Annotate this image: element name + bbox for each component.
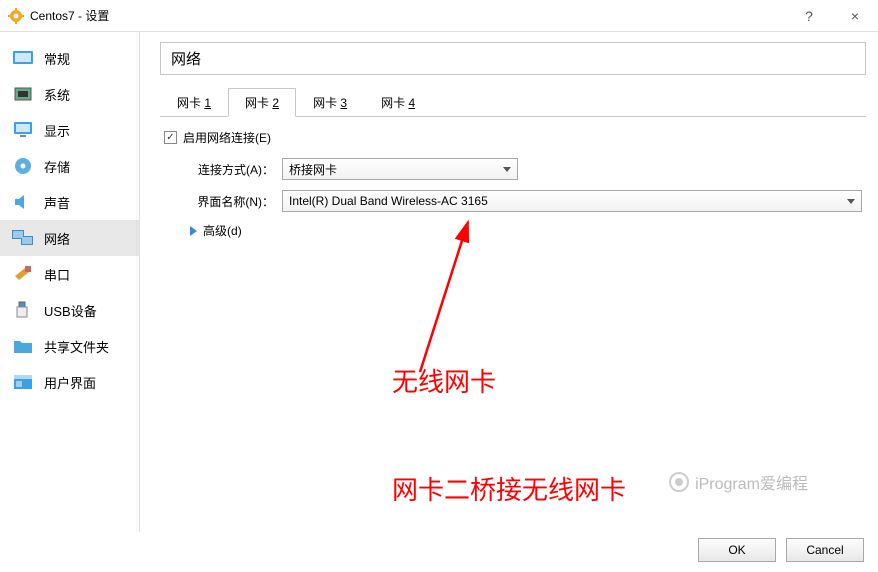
storage-icon [12, 156, 34, 176]
watermark: iProgram爱编程 [669, 470, 808, 494]
annotation-wireless: 无线网卡 [392, 362, 496, 399]
sidebar-item-label: 显示 [44, 121, 70, 140]
cancel-button[interactable]: Cancel [786, 538, 864, 562]
sidebar: 常规 系统 显示 存储 声音 网络 串口 USB设备 [0, 32, 140, 532]
sidebar-item-label: 存储 [44, 157, 70, 176]
close-button[interactable]: × [832, 0, 878, 32]
interface-name-select[interactable]: Intel(R) Dual Band Wireless-AC 3165 [282, 190, 862, 212]
connection-type-select[interactable]: 桥接网卡 [282, 158, 518, 180]
sidebar-item-label: 声音 [44, 193, 70, 212]
annotation-bridge: 网卡二桥接无线网卡 [392, 470, 626, 507]
ok-button[interactable]: OK [698, 538, 776, 562]
general-icon [12, 48, 34, 68]
enable-network-row: ✓ 启用网络连接(E) [164, 129, 862, 146]
sidebar-item-label: 常规 [44, 49, 70, 68]
sidebar-item-label: 用户界面 [44, 373, 96, 392]
expand-icon [190, 226, 197, 236]
sidebar-item-shared[interactable]: 共享文件夹 [0, 328, 139, 364]
tab-adapter-1[interactable]: 网卡 1 [160, 88, 228, 117]
title-bar: Centos7 - 设置 ? × [0, 0, 878, 32]
adapter-tabs: 网卡 1 网卡 2 网卡 3 网卡 4 [160, 87, 866, 117]
sidebar-item-general[interactable]: 常规 [0, 40, 139, 76]
enable-network-checkbox[interactable]: ✓ [164, 131, 177, 144]
help-button[interactable]: ? [786, 0, 832, 32]
display-icon [12, 120, 34, 140]
sidebar-item-label: 串口 [44, 265, 70, 284]
watermark-icon [669, 472, 689, 492]
app-icon [8, 8, 24, 24]
sidebar-item-usb[interactable]: USB设备 [0, 292, 139, 328]
sidebar-item-storage[interactable]: 存储 [0, 148, 139, 184]
sidebar-item-audio[interactable]: 声音 [0, 184, 139, 220]
advanced-toggle[interactable]: 高级(d) [190, 222, 862, 239]
folder-icon [12, 336, 34, 356]
sidebar-item-network[interactable]: 网络 [0, 220, 139, 256]
interface-name-label: 界面名称(N)： [182, 193, 282, 210]
sidebar-item-serial[interactable]: 串口 [0, 256, 139, 292]
sidebar-item-label: 系统 [44, 85, 70, 104]
tab-adapter-3[interactable]: 网卡 3 [296, 88, 364, 117]
connection-type-label: 连接方式(A)： [182, 161, 282, 178]
ui-icon [12, 372, 34, 392]
sidebar-item-label: USB设备 [44, 301, 97, 320]
page-title: 网络 [160, 42, 866, 75]
content-panel: 网络 网卡 1 网卡 2 网卡 3 网卡 4 ✓ 启用网络连接(E) 连接方式(… [140, 32, 878, 532]
tab-adapter-4[interactable]: 网卡 4 [364, 88, 432, 117]
advanced-label: 高级(d) [203, 222, 242, 239]
window-title: Centos7 - 设置 [30, 7, 109, 24]
enable-network-label: 启用网络连接(E) [183, 129, 271, 146]
dialog-buttons: OK Cancel [698, 538, 864, 562]
tab-adapter-2[interactable]: 网卡 2 [228, 88, 296, 117]
serial-icon [12, 264, 34, 284]
sidebar-item-display[interactable]: 显示 [0, 112, 139, 148]
sidebar-item-ui[interactable]: 用户界面 [0, 364, 139, 400]
sidebar-item-label: 网络 [44, 229, 70, 248]
audio-icon [12, 192, 34, 212]
sidebar-item-system[interactable]: 系统 [0, 76, 139, 112]
sidebar-item-label: 共享文件夹 [44, 337, 109, 356]
network-icon [12, 228, 34, 248]
system-icon [12, 84, 34, 104]
usb-icon [12, 300, 34, 320]
